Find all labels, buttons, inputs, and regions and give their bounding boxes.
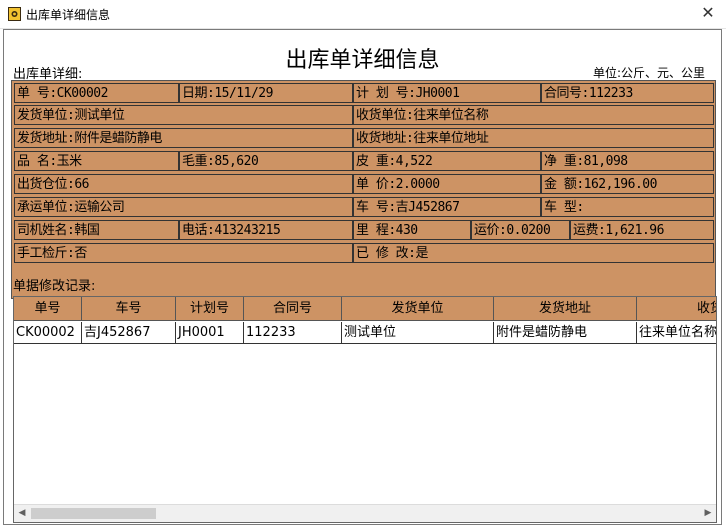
manual-weighing-field: 手工检斤:否 bbox=[14, 243, 353, 263]
close-button[interactable]: ✕ bbox=[690, 0, 726, 26]
table-cell-sender-unit[interactable]: 测试单位 bbox=[342, 322, 494, 344]
unit-price-field: 单 价:2.0000 bbox=[353, 174, 541, 194]
window-title: 出库单详细信息 bbox=[26, 8, 111, 22]
amount-field: 金 额:162,196.00 bbox=[541, 174, 714, 194]
column-header-vehicle-number[interactable]: 车号 bbox=[82, 297, 176, 321]
mileage-field: 里 程:430 bbox=[353, 220, 471, 240]
net-weight-field: 净 重:81,098 bbox=[541, 151, 714, 171]
title-bar: 出库单详细信息 ✕ bbox=[0, 0, 726, 29]
horizontal-scrollbar[interactable]: ◀ ▶ bbox=[14, 504, 716, 522]
scroll-left-arrow-icon[interactable]: ◀ bbox=[14, 505, 30, 522]
records-section-label: 单据修改记录: bbox=[13, 279, 96, 294]
contract-number-field: 合同号:112233 bbox=[541, 83, 714, 103]
table-cell-receiver-unit[interactable]: 往来单位名称 bbox=[637, 322, 716, 344]
table-cell-order-number[interactable]: CK00002 bbox=[14, 322, 82, 344]
order-number-field: 单 号:CK00002 bbox=[14, 83, 179, 103]
dialog-client-area: 出库单详细信息 出库单详细: 单位:公斤、元、公里 单 号:CK00002 日期… bbox=[3, 29, 722, 525]
product-name-field: 品 名:玉米 bbox=[14, 151, 179, 171]
table-cell-plan-number[interactable]: JH0001 bbox=[176, 322, 244, 344]
warehouse-location-field: 出货仓位:66 bbox=[14, 174, 353, 194]
carrier-field: 承运单位:运输公司 bbox=[14, 197, 353, 217]
date-field: 日期:15/11/29 bbox=[179, 83, 353, 103]
column-header-order-number[interactable]: 单号 bbox=[14, 297, 82, 321]
scrollbar-thumb[interactable] bbox=[31, 508, 156, 519]
modified-field: 已 修 改:是 bbox=[353, 243, 714, 263]
receiver-address-field: 收货地址:往来单位地址 bbox=[353, 128, 714, 148]
gross-weight-field: 毛重:85,620 bbox=[179, 151, 353, 171]
plan-number-field: 计 划 号:JH0001 bbox=[353, 83, 541, 103]
freight-cost-field: 运费:1,621.96 bbox=[570, 220, 714, 240]
sender-address-field: 发货地址:附件是蜡防静电 bbox=[14, 128, 353, 148]
modification-records-grid[interactable]: 单号 车号 计划号 合同号 发货单位 发货地址 收货 CK00002 吉J452… bbox=[13, 296, 717, 523]
vehicle-type-field: 车 型: bbox=[541, 197, 714, 217]
receiver-unit-field: 收货单位:往来单位名称 bbox=[353, 105, 714, 125]
phone-field: 电话:413243215 bbox=[179, 220, 353, 240]
sender-unit-field: 发货单位:测试单位 bbox=[14, 105, 353, 125]
column-header-sender-address[interactable]: 发货地址 bbox=[494, 297, 637, 321]
driver-name-field: 司机姓名:韩国 bbox=[14, 220, 179, 240]
unit-label: 单位:公斤、元、公里 bbox=[592, 66, 705, 80]
scroll-right-arrow-icon[interactable]: ▶ bbox=[700, 505, 716, 522]
column-header-sender-unit[interactable]: 发货单位 bbox=[342, 297, 494, 321]
table-cell-contract-number[interactable]: 112233 bbox=[244, 322, 342, 344]
column-header-receiver-unit[interactable]: 收货 bbox=[637, 297, 716, 321]
column-header-contract-number[interactable]: 合同号 bbox=[244, 297, 342, 321]
column-header-plan-number[interactable]: 计划号 bbox=[176, 297, 244, 321]
app-icon bbox=[8, 7, 21, 21]
table-cell-sender-address[interactable]: 附件是蜡防静电 bbox=[494, 322, 637, 344]
detail-info-panel: 单 号:CK00002 日期:15/11/29 计 划 号:JH0001 合同号… bbox=[11, 80, 716, 299]
table-cell-vehicle-number[interactable]: 吉J452867 bbox=[82, 322, 176, 344]
tare-weight-field: 皮 重:4,522 bbox=[353, 151, 541, 171]
vehicle-number-field: 车 号:吉J452867 bbox=[353, 197, 541, 217]
freight-rate-field: 运价:0.0200 bbox=[471, 220, 570, 240]
